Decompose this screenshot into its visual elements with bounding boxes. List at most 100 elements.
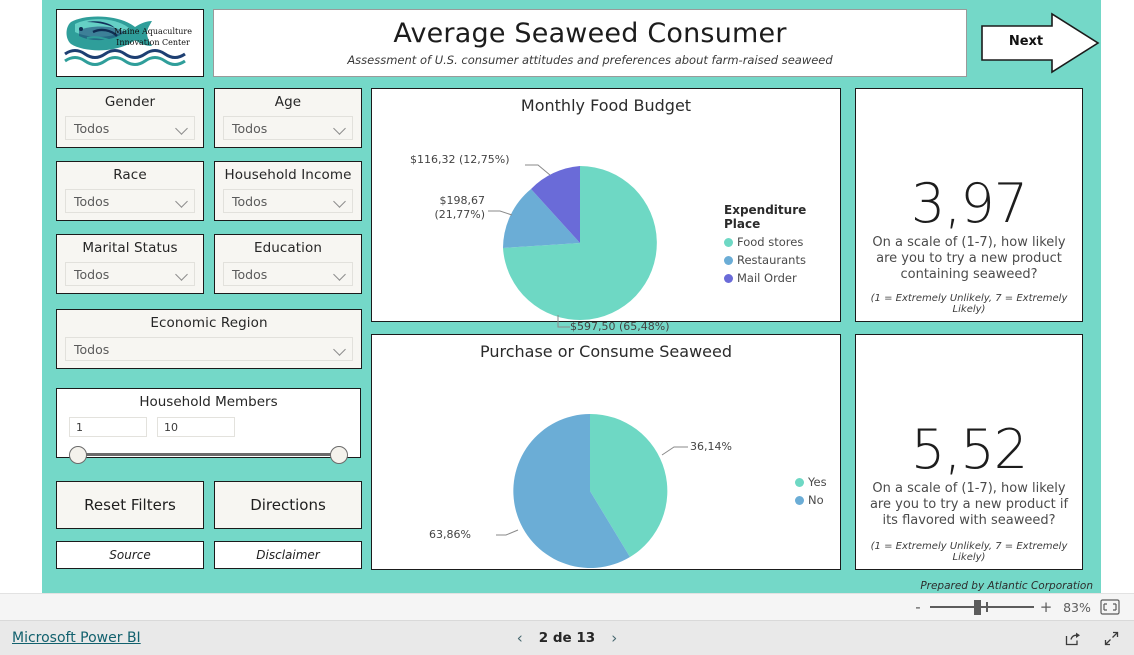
kpi-footnote: (1 = Extremely Unlikely, 7 = Extremely L… <box>870 541 1068 563</box>
page-title: Average Seaweed Consumer <box>393 18 787 50</box>
maine-aquaculture-logo-icon: Maine Aquaculture Innovation Center <box>64 16 192 66</box>
share-icon[interactable] <box>1064 630 1081 647</box>
chevron-down-icon <box>334 268 346 280</box>
slicer-title: Household Income <box>224 167 352 183</box>
slider-handle-max[interactable] <box>330 446 348 464</box>
slicer-dropdown[interactable]: Todos <box>65 262 195 286</box>
pie-chart-graphic <box>496 413 688 568</box>
slicer-household-members[interactable]: Household Members 1 10 <box>56 388 361 464</box>
legend-item-restaurants[interactable]: Restaurants <box>724 253 840 267</box>
chevron-down-icon <box>176 268 188 280</box>
report-title-panel: Average Seaweed Consumer Assessment of U… <box>213 9 967 77</box>
next-page-arrow[interactable]: › <box>611 629 617 647</box>
legend-label: Mail Order <box>737 271 797 285</box>
previous-page-arrow[interactable]: ‹ <box>517 629 523 647</box>
slicer-gender[interactable]: Gender Todos <box>56 88 204 148</box>
page-navigator: ‹ 2 de 13 › <box>0 629 1134 647</box>
next-page-button[interactable]: Next <box>980 12 1100 74</box>
slicer-dropdown[interactable]: Todos <box>223 262 353 286</box>
pie-label-restaurants: $198,67 (21,77%) <box>434 194 485 221</box>
logo-line-1: Maine Aquaculture <box>114 27 192 36</box>
report-canvas: Maine Aquaculture Innovation Center Aver… <box>42 0 1101 593</box>
slicer-education[interactable]: Education Todos <box>214 234 362 294</box>
zoom-percent-label: 83% <box>1063 599 1091 615</box>
slider-track <box>80 453 337 456</box>
chevron-down-icon <box>334 343 346 355</box>
slicer-title: Household Members <box>139 394 278 410</box>
powerbi-footer-bar: Microsoft Power BI ‹ 2 de 13 › <box>0 621 1134 655</box>
chart-legend[interactable]: Yes No <box>795 471 827 507</box>
chevron-down-icon <box>334 122 346 134</box>
legend-title: Expenditure Place <box>724 203 807 231</box>
legend-color-swatch <box>724 237 733 247</box>
slicer-title: Age <box>274 94 302 110</box>
kpi-question: On a scale of (1-7), how likely are you … <box>872 235 1066 282</box>
slicer-dropdown[interactable]: Todos <box>223 189 353 213</box>
chevron-down-icon <box>176 122 188 134</box>
legend-label: Yes <box>808 475 827 489</box>
slicer-title: Education <box>253 240 323 256</box>
zoom-out-button[interactable]: - <box>910 598 926 616</box>
fullscreen-icon[interactable] <box>1103 630 1120 647</box>
slicer-value: Todos <box>74 193 110 209</box>
legend-label: Food stores <box>737 235 804 249</box>
zoom-slider-thumb[interactable] <box>974 600 981 615</box>
legend-item-yes[interactable]: Yes <box>795 475 827 489</box>
slicer-value: Todos <box>232 266 268 282</box>
kpi-question: On a scale of (1-7), how likely are you … <box>869 481 1069 528</box>
legend-item-no[interactable]: No <box>795 493 827 507</box>
chart-legend[interactable]: Expenditure Place Food stores Restaurant… <box>724 203 840 285</box>
legend-item-food-stores[interactable]: Food stores <box>724 235 840 249</box>
pie-label-mail-order: $116,32 (12,75%) <box>410 153 510 166</box>
slicer-title: Economic Region <box>150 315 268 331</box>
slider-handle-min[interactable] <box>69 446 87 464</box>
legend-color-swatch <box>795 477 804 487</box>
kpi-card-try-containing-seaweed[interactable]: 3,97 On a scale of (1-7), how likely are… <box>855 88 1083 322</box>
kpi-card-try-flavored-with-seaweed[interactable]: 5,52 On a scale of (1-7), how likely are… <box>855 334 1083 570</box>
slicer-dropdown[interactable]: Todos <box>223 116 353 140</box>
chart-title: Purchase or Consume Seaweed <box>479 342 733 361</box>
household-members-max-input[interactable]: 10 <box>157 417 235 437</box>
directions-button[interactable]: Directions <box>214 481 362 529</box>
zoom-slider[interactable] <box>930 600 1034 615</box>
slicer-value: Todos <box>232 193 268 209</box>
fit-to-page-icon[interactable] <box>1100 599 1120 615</box>
reset-filters-label: Reset Filters <box>84 496 176 514</box>
page-indicator-label: 2 de 13 <box>538 630 596 646</box>
logo-line-2: Innovation Center <box>116 38 190 47</box>
legend-color-swatch <box>724 273 733 283</box>
page-subtitle: Assessment of U.S. consumer attitudes an… <box>347 52 833 67</box>
slicer-age[interactable]: Age Todos <box>214 88 362 148</box>
reset-filters-button[interactable]: Reset Filters <box>56 481 204 529</box>
next-arrow-icon <box>981 12 1100 74</box>
slicer-household-income[interactable]: Household Income Todos <box>214 161 362 221</box>
legend-color-swatch <box>795 495 804 505</box>
slicer-value: Todos <box>74 120 110 136</box>
source-button[interactable]: Source <box>56 541 204 569</box>
chart-purchase-or-consume-seaweed[interactable]: Purchase or Consume Seaweed 36,14% 63,86… <box>371 334 841 570</box>
chevron-down-icon <box>176 195 188 207</box>
slicer-marital-status[interactable]: Marital Status Todos <box>56 234 204 294</box>
chart-monthly-food-budget[interactable]: Monthly Food Budget $116,32 (12,75%) $19… <box>371 88 841 333</box>
zoom-toolbar: - + 83% <box>0 593 1134 621</box>
chart-title: Monthly Food Budget <box>520 96 692 115</box>
pie-label-food-stores: $597,50 (65,48%) <box>570 320 670 333</box>
zoom-slider-track <box>930 606 1034 608</box>
zoom-in-button[interactable]: + <box>1038 598 1054 616</box>
slicer-value: Todos <box>232 120 268 136</box>
slicer-economic-region[interactable]: Economic Region Todos <box>56 309 362 369</box>
directions-label: Directions <box>250 496 326 514</box>
pie-label-yes: 36,14% <box>690 440 732 453</box>
slicer-dropdown[interactable]: Todos <box>65 189 195 213</box>
slicer-dropdown[interactable]: Todos <box>65 116 195 140</box>
slicer-title: Marital Status <box>82 240 178 256</box>
slicer-race[interactable]: Race Todos <box>56 161 204 221</box>
household-members-slider[interactable] <box>69 446 348 464</box>
slicer-dropdown[interactable]: Todos <box>65 337 353 361</box>
slicer-title: Race <box>113 167 147 183</box>
chevron-down-icon <box>334 195 346 207</box>
legend-item-mail-order[interactable]: Mail Order <box>724 271 840 285</box>
powerbi-report-viewer: Maine Aquaculture Innovation Center Aver… <box>0 0 1134 655</box>
household-members-min-input[interactable]: 1 <box>69 417 147 437</box>
disclaimer-button[interactable]: Disclaimer <box>214 541 362 569</box>
